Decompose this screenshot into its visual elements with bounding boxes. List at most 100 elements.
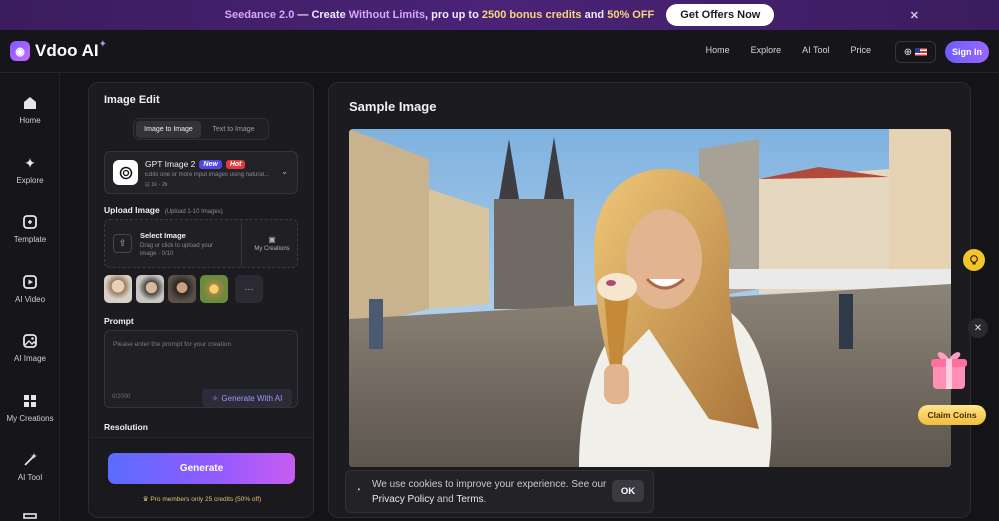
upload-subtext: Drag or click to upload your image · 0/1…	[140, 243, 214, 257]
example-thumbnail[interactable]	[104, 275, 132, 303]
globe-icon: ⊕	[903, 46, 913, 58]
top-header: ◉ Vdoo AI ✦ Home Explore AI Tool Price	[0, 30, 999, 73]
sidebar-item-label: Home	[19, 116, 41, 125]
sidebar-item-gift[interactable]	[0, 509, 60, 521]
openai-icon	[113, 160, 138, 185]
upload-hint: (Upload 1-10 Images)	[164, 209, 223, 215]
pro-note: ♛ Pro members only 25 credits (50% off)	[89, 495, 313, 503]
promo-text: , pro up to	[425, 9, 482, 21]
upload-icon: ⇪	[113, 234, 132, 253]
promo-discount: 50% OFF	[607, 9, 655, 21]
resolution-label: Resolution	[104, 422, 148, 432]
sample-image-panel: Sample Image	[328, 82, 971, 518]
image-icon: ▣	[268, 235, 276, 244]
select-image-title: Select Image	[140, 231, 186, 240]
sidebar-item-my-creations[interactable]: My Creations	[0, 393, 60, 423]
upload-label-text: Upload Image	[104, 205, 160, 215]
divider	[241, 220, 242, 267]
more-icon[interactable]: ···	[235, 275, 263, 303]
sidebar-item-ai-video[interactable]: AI Video	[0, 274, 60, 304]
sidebar-item-ai-image[interactable]: AI Image	[0, 333, 60, 363]
promo-text: and	[581, 9, 608, 21]
panel-footer: Generate ♛ Pro members only 25 credits (…	[89, 437, 313, 517]
home-icon	[22, 95, 38, 111]
tab-text-to-image[interactable]: Text to Image	[201, 121, 266, 138]
sidebar-item-label: My Creations	[6, 414, 54, 423]
language-selector[interactable]: ⊕	[895, 41, 936, 63]
cookie-dot: .	[483, 494, 487, 505]
cookie-icon: ◔	[355, 485, 362, 496]
model-description: Edits one or more input images using nat…	[145, 172, 270, 178]
get-offers-button[interactable]: Get Offers Now	[666, 4, 775, 26]
magic-icon: ✧	[211, 393, 219, 403]
sign-in-button[interactable]: Sign In	[945, 41, 989, 63]
upload-label: Upload Image (Upload 1-10 Images)	[104, 205, 223, 215]
image-icon	[22, 333, 38, 349]
prompt-placeholder: Please enter the prompt for your creatio…	[113, 341, 232, 348]
sidebar-item-explore[interactable]: ✦ Explore	[0, 155, 60, 185]
tab-image-to-image[interactable]: Image to Image	[136, 120, 201, 138]
model-selector[interactable]: GPT Image 2 New Hot Edits one or more in…	[104, 151, 298, 194]
promo-credits: 2500 bonus credits	[481, 9, 582, 21]
close-icon[interactable]: ✕	[910, 9, 919, 22]
nav-explore[interactable]: Explore	[751, 45, 782, 55]
chevron-down-icon: ⌄	[281, 167, 288, 176]
sidebar-item-home[interactable]: Home	[0, 95, 60, 125]
us-flag-icon	[915, 48, 928, 56]
top-nav: Home Explore AI Tool Price	[685, 45, 871, 55]
model-resolution-text: 1k - 2k	[151, 182, 168, 188]
nav-ai-tool[interactable]: AI Tool	[802, 45, 829, 55]
example-thumbnail[interactable]	[136, 275, 164, 303]
generate-with-ai-button[interactable]: ✧ Generate With AI	[202, 389, 292, 407]
sidebar: Home ✦ Explore Template AI Video AI Imag…	[0, 73, 60, 521]
model-name-row: GPT Image 2 New Hot	[145, 159, 246, 169]
lightbulb-icon[interactable]	[963, 249, 985, 271]
sidebar-item-template[interactable]: Template	[0, 214, 60, 244]
sample-title: Sample Image	[349, 99, 437, 114]
gift-icon	[22, 509, 38, 521]
model-name: GPT Image 2	[145, 159, 196, 169]
sample-photo	[349, 129, 951, 467]
sidebar-item-label: AI Video	[14, 295, 46, 304]
video-icon	[22, 274, 38, 290]
nav-price[interactable]: Price	[850, 45, 871, 55]
template-icon	[22, 214, 38, 230]
wand-icon	[22, 452, 38, 468]
generate-button[interactable]: Generate	[108, 453, 295, 484]
panel-title: Image Edit	[104, 94, 160, 106]
new-badge: New	[199, 159, 222, 169]
terms-link[interactable]: Terms	[456, 494, 483, 505]
prompt-label: Prompt	[104, 316, 134, 326]
example-thumbnail[interactable]	[200, 275, 228, 303]
cookie-ok-button[interactable]: OK	[612, 480, 644, 502]
claim-coins-button[interactable]: Claim Coins	[918, 405, 986, 425]
upload-dropzone[interactable]: ⇪ Select Image Drag or click to upload y…	[104, 219, 298, 268]
cookie-message: We use cookies to improve your experienc…	[372, 479, 607, 490]
image-edit-panel: Image Edit Image to Image Text to Image …	[88, 82, 314, 518]
my-creations-button[interactable]: ▣ My Creations	[245, 235, 299, 252]
model-resolution: ⊡ 1k - 2k	[145, 182, 168, 188]
example-thumbnails: ···	[104, 275, 263, 303]
sidebar-item-label: Template	[13, 235, 47, 244]
brand-name: Vdoo AI	[35, 41, 99, 60]
gift-box-icon[interactable]	[925, 345, 973, 393]
close-icon[interactable]: ✕	[968, 318, 988, 338]
generate-with-ai-label: Generate With AI	[221, 393, 283, 403]
prompt-textarea[interactable]: Please enter the prompt for your creatio…	[104, 330, 298, 408]
example-thumbnail[interactable]	[168, 275, 196, 303]
promo-highlight: Without Limits	[348, 9, 426, 21]
mode-tabs: Image to Image Text to Image	[133, 118, 269, 140]
cookie-and: and	[434, 494, 457, 505]
cookie-text: We use cookies to improve your experienc…	[372, 477, 607, 507]
cookie-banner: ◔ We use cookies to improve your experie…	[345, 470, 654, 513]
grid-icon	[22, 393, 38, 409]
pro-note-text: Pro members only 25 credits (50% off)	[150, 496, 262, 503]
logo[interactable]: ◉ Vdoo AI ✦	[10, 39, 107, 61]
my-creations-label: My Creations	[254, 246, 290, 252]
sidebar-item-ai-tool[interactable]: AI Tool	[0, 452, 60, 482]
sidebar-item-label: Explore	[16, 176, 44, 185]
nav-home[interactable]: Home	[706, 45, 730, 55]
promo-text: — Create	[294, 9, 349, 21]
sidebar-item-label: AI Image	[13, 354, 46, 363]
privacy-policy-link[interactable]: Privacy Policy	[372, 494, 434, 505]
